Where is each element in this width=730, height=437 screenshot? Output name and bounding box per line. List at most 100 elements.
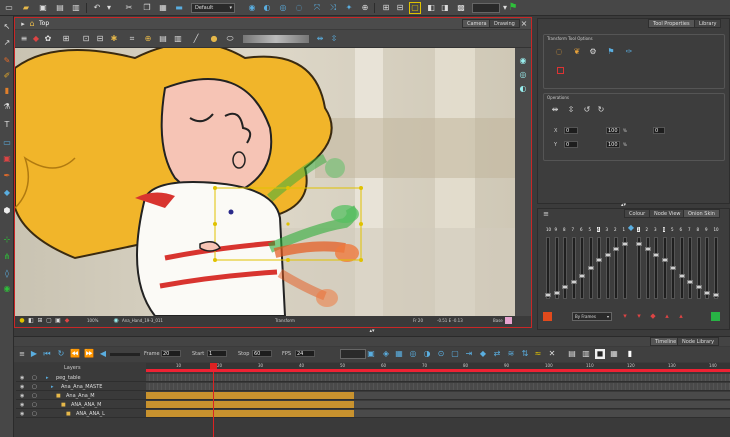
selected-mode-icon[interactable]: ◼ — [595, 349, 605, 359]
render-icon[interactable]: ▩ — [456, 3, 466, 13]
flip-vertical-icon[interactable]: ⇳ — [329, 34, 339, 44]
slider-knob[interactable] — [704, 290, 710, 295]
transform-tool-icon[interactable]: ⊹ — [2, 235, 12, 245]
light-table-icon[interactable]: ◐ — [262, 3, 272, 13]
slider-knob[interactable] — [687, 279, 693, 284]
cutter-tool-icon[interactable]: ⬢ — [2, 206, 12, 216]
slider-knob[interactable] — [579, 274, 585, 279]
slider-knob[interactable] — [587, 266, 594, 271]
menu-icon[interactable]: ≡ — [17, 349, 27, 359]
height-field[interactable]: 100 — [606, 141, 620, 148]
slider-knob[interactable] — [678, 274, 685, 279]
onion-opacity-slider[interactable] — [670, 237, 676, 299]
onion-opacity-slider[interactable] — [695, 237, 702, 299]
onion-opacity-slider[interactable] — [712, 237, 719, 299]
onion-reduce-all-icon[interactable]: ▾ — [634, 311, 644, 321]
undo-icon[interactable]: ↶ — [92, 3, 102, 13]
stop-field[interactable]: 60 — [252, 350, 272, 357]
visibility-icon[interactable]: ◉ — [20, 410, 24, 418]
layer-row[interactable]: ◉ ▢ ▸ peg_table — [16, 374, 146, 382]
width-field[interactable]: 100 — [606, 127, 620, 134]
frame-row[interactable] — [146, 383, 730, 391]
clear-icon[interactable]: ✕ — [547, 349, 557, 359]
render-view-icon[interactable]: ◐ — [518, 84, 528, 94]
peg-icon[interactable]: ◆ — [478, 349, 488, 359]
marker-icon[interactable]: ⇅ — [520, 349, 530, 359]
onion-opacity-slider[interactable] — [570, 237, 577, 299]
motion-key-icon[interactable]: ◎ — [408, 349, 418, 359]
onion-opacity-slider[interactable] — [704, 237, 710, 299]
frame-row[interactable] — [146, 392, 730, 400]
symbol-icon[interactable]: ▬ — [174, 3, 184, 13]
rotate-cw-icon[interactable]: ↻ — [596, 105, 606, 115]
palette-select[interactable]: Default ▾ — [191, 3, 235, 13]
next-color-swatch[interactable] — [711, 312, 720, 321]
frame-row[interactable] — [146, 410, 730, 418]
frame-field[interactable]: 20 — [161, 350, 181, 357]
volume-slider[interactable] — [110, 353, 140, 356]
playhead[interactable] — [213, 363, 214, 437]
text-tool-icon[interactable]: T — [2, 120, 12, 130]
tab-tool-properties[interactable]: Tool Properties — [648, 19, 695, 28]
tab-node-view[interactable]: Node View — [649, 209, 686, 218]
slider-knob[interactable] — [613, 247, 619, 252]
crop-icon[interactable]: ⌗ — [127, 34, 137, 44]
open-folder-icon[interactable]: ▰ — [21, 3, 31, 13]
color-status-icon[interactable]: ◆ — [62, 316, 72, 326]
paint-bucket-icon[interactable]: ⚗ — [2, 102, 12, 112]
loop-icon[interactable]: ↻ — [56, 349, 66, 359]
preserve-icon[interactable]: ▤ — [158, 34, 168, 44]
slider-knob[interactable] — [570, 279, 577, 284]
onion-opacity-slider[interactable] — [661, 237, 668, 299]
onion-opacity-slider[interactable] — [604, 237, 611, 299]
layer-row[interactable]: ◉ ▢ ■ ANA_ANA_M — [16, 401, 146, 409]
onion-none-icon[interactable]: ◆ — [648, 311, 658, 321]
onion-opacity-slider[interactable] — [553, 237, 560, 299]
brush-presets[interactable] — [243, 35, 309, 43]
add-drawing-icon[interactable]: ◈ — [381, 349, 391, 359]
slider-knob[interactable] — [653, 252, 659, 257]
extend-icon[interactable]: ⇥ — [464, 349, 474, 359]
align-icon[interactable]: ⊟ — [95, 34, 105, 44]
paste-icon[interactable]: ▦ — [158, 3, 168, 13]
mirror-icon[interactable]: ⤨ — [328, 3, 338, 13]
play-icon[interactable]: ▶ — [29, 349, 39, 359]
visibility-icon[interactable]: ◉ — [20, 374, 24, 382]
lock-icon[interactable]: ▢ — [32, 392, 37, 400]
start-field[interactable]: 1 — [207, 350, 227, 357]
bulb-icon[interactable]: ● — [209, 34, 219, 44]
onion-opacity-slider[interactable] — [678, 237, 685, 299]
paint-tool-icon[interactable]: ▣ — [2, 154, 12, 164]
slider-knob[interactable] — [644, 247, 651, 252]
bone-tool-icon[interactable]: ⋔ — [2, 252, 12, 262]
expose-icon[interactable]: ▥ — [581, 349, 591, 359]
lock-icon[interactable]: ▢ — [32, 401, 37, 409]
slider-knob[interactable] — [670, 266, 676, 271]
flip-v-icon[interactable]: ⇳ — [566, 105, 576, 115]
zoom-icon[interactable]: ⊕ — [360, 3, 370, 13]
onion-add-icon[interactable]: ▴ — [662, 311, 672, 321]
lock-icon[interactable]: ⊕ — [143, 34, 153, 44]
reverse-icon[interactable]: ⇄ — [492, 349, 502, 359]
tab-library[interactable]: Library — [694, 19, 722, 28]
select-tool-icon[interactable]: ↖ — [2, 22, 12, 32]
rotate-view-icon[interactable]: ◎ — [278, 3, 288, 13]
new-icon[interactable]: ▭ — [4, 3, 14, 13]
camera-mask-icon[interactable]: ◧ — [426, 3, 436, 13]
white-frame-icon[interactable]: ▮ — [625, 349, 635, 359]
reset-view-icon[interactable]: ◌ — [294, 3, 304, 13]
tab-colour[interactable]: Colour — [624, 209, 651, 218]
previous-frame-icon[interactable]: ⏪ — [70, 349, 80, 359]
fps-field[interactable]: 24 — [295, 350, 315, 357]
line-icon[interactable]: ╱ — [191, 34, 201, 44]
onion-icon[interactable]: ◎ — [518, 70, 528, 80]
angle-field[interactable]: 0 — [653, 127, 665, 134]
save-icon[interactable]: ▣ — [38, 3, 48, 13]
onion-opacity-slider[interactable] — [587, 237, 594, 299]
slider-knob[interactable] — [604, 252, 611, 257]
lock-icon[interactable]: ▢ — [32, 374, 37, 382]
cell-icon[interactable]: ▢ — [450, 349, 460, 359]
ease-curve-icon[interactable]: ≈ — [533, 349, 543, 359]
redo-icon[interactable]: ▾ — [104, 3, 114, 13]
panel-splitter[interactable]: ▴▾ — [621, 202, 641, 208]
